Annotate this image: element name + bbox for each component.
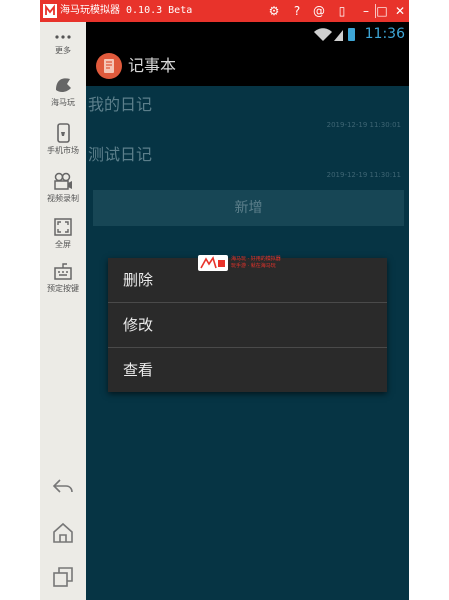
emulator-watermark: 海马玩 · 好用的模拟器 玩手游 · 就在海马玩 xyxy=(198,255,288,273)
account-icon[interactable]: @ xyxy=(311,3,327,19)
sidebar-item-haima[interactable]: 海马玩 xyxy=(40,74,86,108)
sidebar-item-keymap[interactable]: 预定按键 xyxy=(40,260,86,294)
sidebar-item-fullscreen[interactable]: 全屏 xyxy=(40,216,86,250)
sidebar-item-label: 预定按键 xyxy=(47,284,79,293)
watermark-line-2: 玩手游 · 就在海马玩 xyxy=(231,263,276,269)
app-title: 记事本 xyxy=(128,56,177,75)
android-screen: 11:36 记事本 我的日记 2019-12-19 11:30:01 测试日记 … xyxy=(86,22,409,600)
context-menu: 删除 修改 查看 xyxy=(108,258,387,392)
home-icon[interactable] xyxy=(50,520,76,546)
menu-item-edit[interactable]: 修改 xyxy=(108,303,387,347)
emulator-title: 海马玩模拟器 0.10.3 Beta xyxy=(60,5,193,16)
sidebar-item-phone-market[interactable]: 手机市场 xyxy=(40,122,86,156)
signal-wifi-battery-icon xyxy=(314,28,355,41)
status-bar: 11:36 xyxy=(86,22,409,46)
close-icon[interactable]: ✕ xyxy=(392,3,408,19)
sidebar-more[interactable]: 更多 xyxy=(40,30,86,56)
watermark-logo xyxy=(198,255,228,271)
sidebar-item-label: 海马玩 xyxy=(51,98,75,107)
phone-market-icon xyxy=(57,123,70,143)
emulator-sidebar: 更多 海马玩 手机市场 视频录制 全屏 预定按键 xyxy=(40,22,86,600)
menu-item-view[interactable]: 查看 xyxy=(108,348,387,392)
keymap-icon xyxy=(54,263,72,280)
settings-icon[interactable]: ⚙ xyxy=(266,3,282,19)
help-icon[interactable]: ? xyxy=(289,3,305,19)
sidebar-more-label: 更多 xyxy=(55,46,71,55)
minimize-icon[interactable]: – xyxy=(358,3,374,19)
sidebar-item-label: 全屏 xyxy=(55,240,71,249)
maximize-icon[interactable]: □ xyxy=(374,3,390,19)
sidebar-item-label: 视频录制 xyxy=(47,194,79,203)
more-dots-icon xyxy=(55,35,71,39)
fullscreen-icon xyxy=(54,218,72,236)
emulator-title-bar: 海马玩模拟器 0.10.3 Beta ⚙ ? @ ▯ – □ ✕ xyxy=(40,0,409,22)
status-time: 11:36 xyxy=(364,26,405,42)
back-icon[interactable] xyxy=(50,474,76,500)
haima-logo-icon xyxy=(56,78,71,93)
recent-apps-icon[interactable] xyxy=(50,564,76,590)
action-bar: 记事本 xyxy=(86,46,409,86)
notepad-app-icon xyxy=(96,53,122,79)
haima-app-icon xyxy=(43,4,57,18)
watermark-text: 海马玩 · 好用的模拟器 玩手游 · 就在海马玩 xyxy=(231,256,281,270)
sidebar-item-label: 手机市场 xyxy=(47,146,79,155)
skin-icon[interactable]: ▯ xyxy=(334,3,350,19)
sidebar-item-video-record[interactable]: 视频录制 xyxy=(40,170,86,204)
video-record-icon xyxy=(54,172,72,190)
watermark-line-1: 海马玩 · 好用的模拟器 xyxy=(231,256,281,262)
